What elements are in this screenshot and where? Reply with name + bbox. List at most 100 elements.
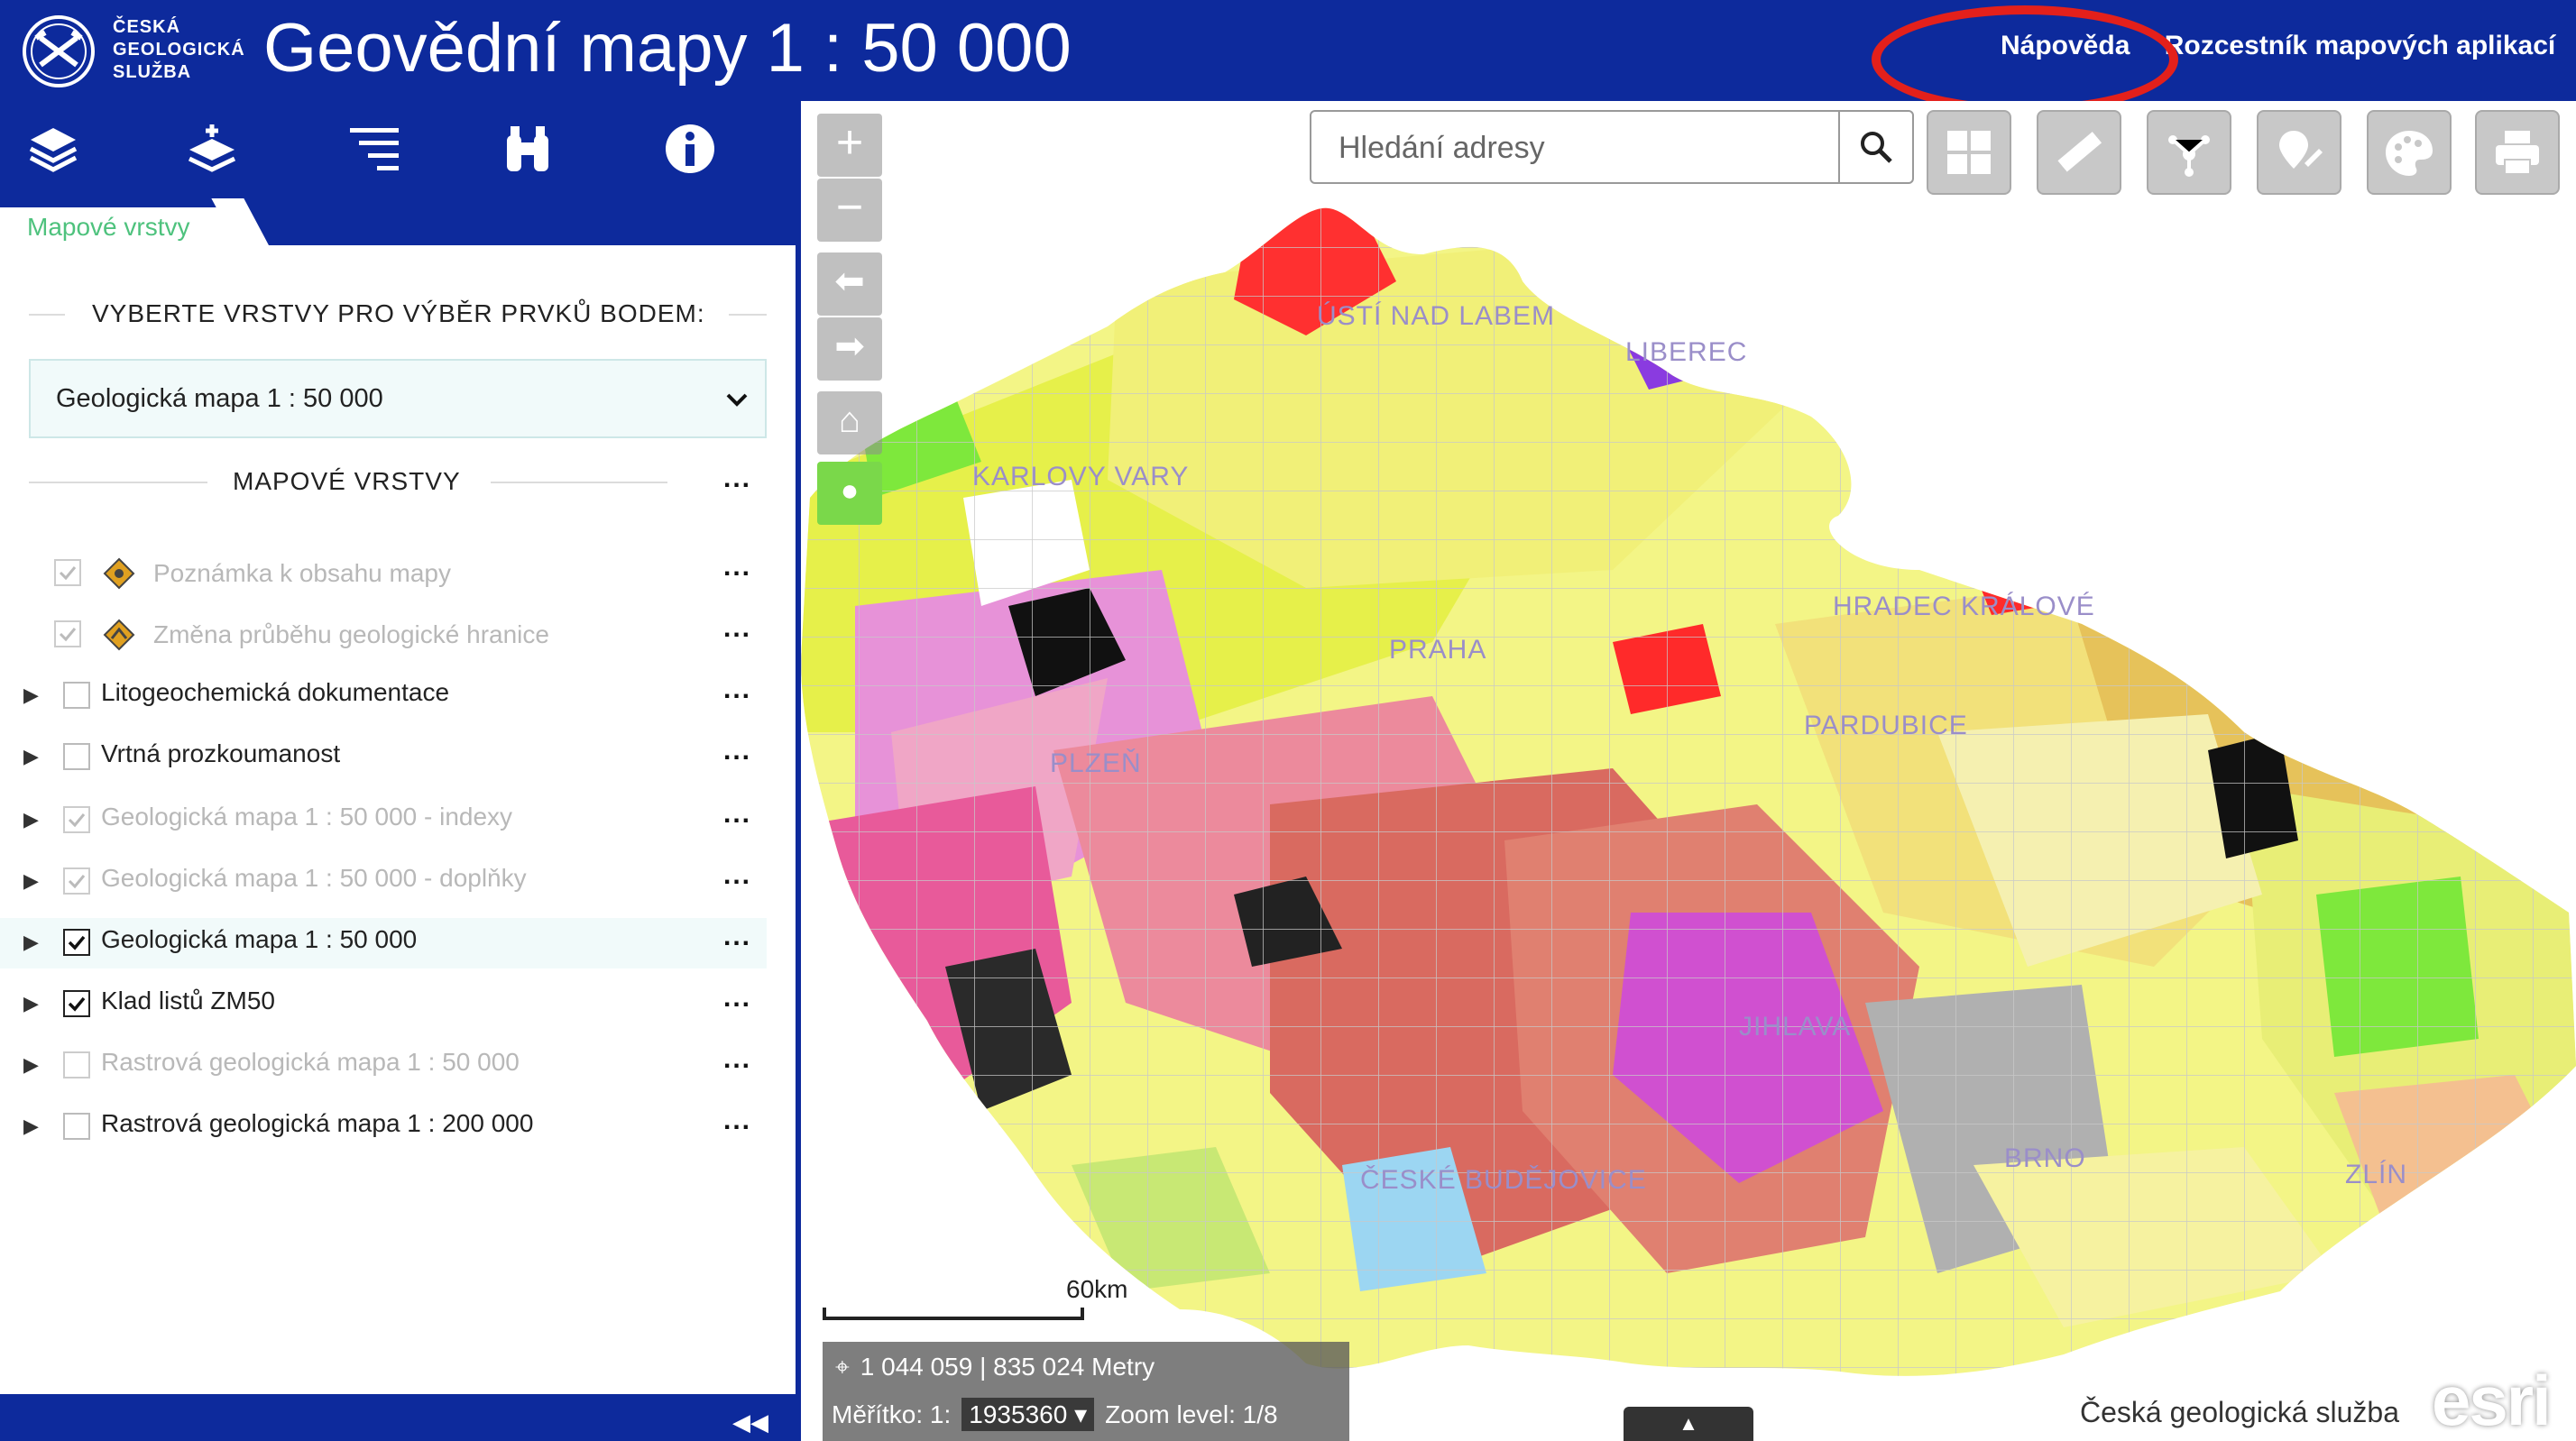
layer-checkbox[interactable] xyxy=(63,682,90,709)
expand-caret-icon[interactable]: ▶ xyxy=(23,869,39,893)
more-options-icon[interactable]: ... xyxy=(723,1106,751,1136)
next-extent-button[interactable]: ➡ xyxy=(817,317,882,381)
highlight-oval xyxy=(1872,5,2178,114)
layer-checkbox[interactable] xyxy=(63,1113,90,1140)
side-panel: Mapové vrstvy VYBERTE VRSTVY PRO VÝBĚR P… xyxy=(0,101,801,1441)
layer-checkbox[interactable] xyxy=(54,620,81,647)
symbology-button[interactable] xyxy=(2367,110,2452,195)
more-options-icon[interactable]: ... xyxy=(723,736,751,766)
city-label: PARDUBICE xyxy=(1804,711,1968,740)
basemap-gallery-button[interactable] xyxy=(1927,110,2011,195)
more-options-icon[interactable]: ... xyxy=(723,1044,751,1075)
map-view[interactable]: ÚSTÍ NAD LABEM LIBEREC KARLOVY VARY PRAH… xyxy=(801,101,2576,1441)
layer-label: Změna průběhu geologické hranice xyxy=(153,620,549,648)
add-layer-icon[interactable] xyxy=(180,117,244,180)
expand-caret-icon[interactable]: ▶ xyxy=(23,808,39,831)
layer-row: ▶ Geologická mapa 1 : 50 000 - indexy ..… xyxy=(0,795,767,846)
chevron-down-icon xyxy=(726,393,748,407)
print-button[interactable] xyxy=(2475,110,2560,195)
legend-icon[interactable] xyxy=(343,117,406,180)
panel-toolbar xyxy=(0,101,801,198)
more-options-icon[interactable]: ... xyxy=(723,464,751,494)
layer-checkbox[interactable] xyxy=(63,929,90,956)
map-apps-link[interactable]: Rozcestník mapových aplikací xyxy=(2165,31,2556,60)
layers-icon[interactable] xyxy=(22,117,85,180)
layers-section-title: MAPOVÉ VRSTVY xyxy=(233,467,461,495)
expand-caret-icon[interactable]: ▶ xyxy=(23,931,39,954)
marker-pencil-icon xyxy=(2279,131,2323,169)
layer-label: Geologická mapa 1 : 50 000 xyxy=(101,925,418,953)
layer-row: ▶ Rastrová geologická mapa 1 : 50 000 ..… xyxy=(0,1041,767,1091)
layer-checkbox[interactable] xyxy=(54,559,81,586)
binoculars-icon[interactable] xyxy=(496,117,559,180)
layer-checkbox[interactable] xyxy=(63,1051,90,1078)
select-section-title: VYBERTE VRSTVY PRO VÝBĚR PRVKŮ BODEM: xyxy=(92,299,705,327)
palette-icon xyxy=(2386,131,2433,176)
expand-caret-icon[interactable]: ▶ xyxy=(23,992,39,1015)
layer-select[interactable]: Geologická mapa 1 : 50 000 xyxy=(29,359,767,438)
layer-row: ▶ Vrtná prozkoumanost ... xyxy=(0,732,767,783)
expand-caret-icon[interactable]: ▶ xyxy=(23,1053,39,1077)
previous-extent-button[interactable]: ⬅ xyxy=(817,252,882,316)
more-options-icon[interactable]: ... xyxy=(723,799,751,830)
layer-row: ▶ Rastrová geologická mapa 1 : 200 000 .… xyxy=(0,1102,767,1152)
more-options-icon[interactable]: ... xyxy=(723,860,751,891)
expand-caret-icon[interactable]: ▶ xyxy=(23,745,39,768)
zoom-out-button[interactable]: − xyxy=(817,179,882,242)
layer-label: Litogeochemická dokumentace xyxy=(101,678,450,706)
layer-select-value: Geologická mapa 1 : 50 000 xyxy=(56,384,383,413)
draw-button[interactable] xyxy=(2257,110,2341,195)
search-input[interactable] xyxy=(1313,114,1872,182)
locate-button[interactable]: ● xyxy=(817,462,882,525)
layer-label: Rastrová geologická mapa 1 : 200 000 xyxy=(101,1109,534,1137)
ruler-icon xyxy=(2057,132,2102,172)
layer-label: Klad listů ZM50 xyxy=(101,987,275,1014)
zoom-value: 1/8 xyxy=(1242,1400,1278,1428)
bottom-panel-toggle[interactable]: ▲ xyxy=(1624,1407,1753,1441)
printer-icon xyxy=(2496,131,2539,175)
more-options-icon[interactable]: ... xyxy=(723,983,751,1014)
divider xyxy=(29,314,65,316)
layer-label: Poznámka k obsahu mapy xyxy=(153,559,451,587)
cgs-logo-icon xyxy=(23,15,95,87)
city-label: JIHLAVA xyxy=(1739,1012,1852,1042)
layer-label: Vrtná prozkoumanost xyxy=(101,739,341,767)
more-options-icon[interactable]: ... xyxy=(723,675,751,705)
layer-checkbox[interactable] xyxy=(63,867,90,895)
more-options-icon[interactable]: ... xyxy=(723,922,751,952)
layer-row: Změna průběhu geologické hranice ... xyxy=(0,610,767,660)
measure-button[interactable] xyxy=(2037,110,2121,195)
layer-label: Rastrová geologická mapa 1 : 50 000 xyxy=(101,1048,520,1076)
layer-checkbox[interactable] xyxy=(63,806,90,833)
more-options-icon[interactable]: ... xyxy=(723,552,751,583)
city-label: PLZEŇ xyxy=(1050,748,1142,778)
search-icon xyxy=(1861,132,1892,163)
coordinates-panel: ⌖ 1 044 059 | 835 024 Metry Měřítko: 1: 19… xyxy=(823,1342,1349,1441)
scale-line: Měřítko: 1: 1935360 ▾ Zoom level: 1/8 xyxy=(832,1398,1278,1431)
boundary-change-icon xyxy=(103,619,135,651)
org-line: ČESKÁ xyxy=(113,17,181,37)
layer-checkbox[interactable] xyxy=(63,743,90,770)
note-symbol-icon xyxy=(103,557,135,590)
scale-bar xyxy=(823,1308,1084,1320)
layer-row: Poznámka k obsahu mapy ... xyxy=(0,548,767,599)
scale-ratio: 1: xyxy=(929,1400,952,1428)
panel-footer xyxy=(0,1394,796,1441)
scale-select[interactable]: 1935360 ▾ xyxy=(961,1398,1095,1431)
layer-checkbox[interactable] xyxy=(63,990,90,1017)
more-options-icon[interactable]: ... xyxy=(723,613,751,644)
crosshair-icon[interactable]: ⌖ xyxy=(835,1353,850,1381)
expand-caret-icon[interactable]: ▶ xyxy=(23,1115,39,1138)
info-icon[interactable] xyxy=(658,117,722,180)
layer-row-selected: ▶ Geologická mapa 1 : 50 000 ... xyxy=(0,918,767,968)
home-button[interactable]: ⌂ xyxy=(817,391,882,454)
expand-caret-icon[interactable]: ▶ xyxy=(23,684,39,707)
search-button[interactable] xyxy=(1838,112,1912,182)
coordinates-value: 1 044 059 | 835 024 Metry xyxy=(860,1353,1155,1381)
zoom-in-button[interactable]: + xyxy=(817,114,882,177)
collapse-panel-icon[interactable]: ◀◀ xyxy=(732,1409,768,1436)
org-line: GEOLOGICKÁ xyxy=(113,40,245,60)
layer-label: Geologická mapa 1 : 50 000 - indexy xyxy=(101,803,513,831)
share-button[interactable] xyxy=(2147,110,2231,195)
app-title: Geovědní mapy 1 : 50 000 xyxy=(263,10,1072,87)
